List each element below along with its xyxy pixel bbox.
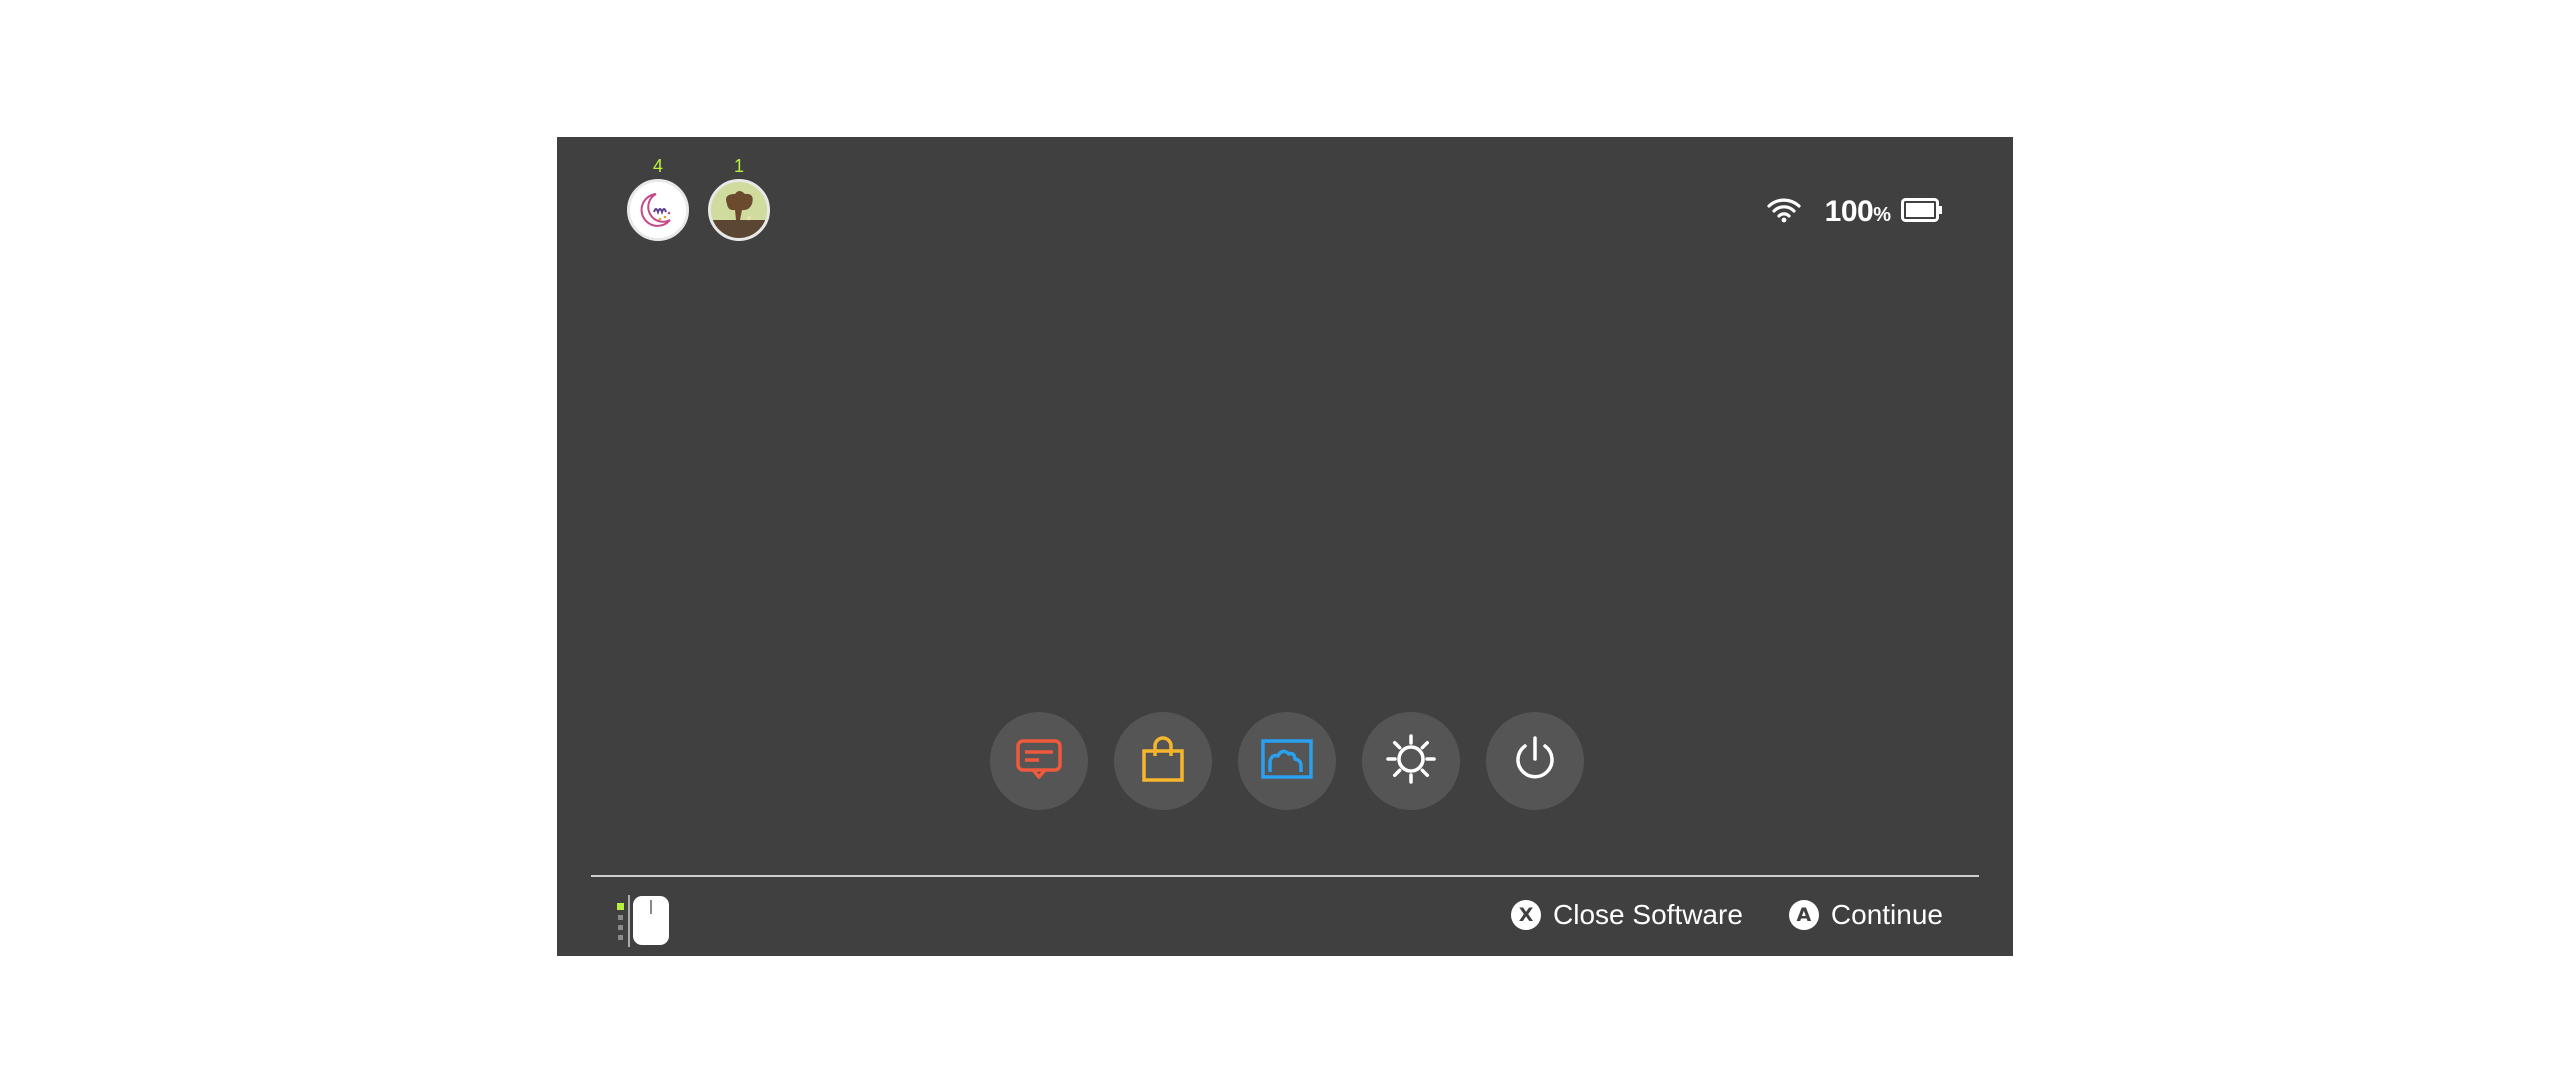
a-button-icon: A (1788, 900, 1819, 930)
settings-button[interactable] (1362, 712, 1460, 810)
wifi-icon (1767, 197, 1801, 228)
news-icon (1014, 734, 1064, 789)
footer-actions: X Close Software A Continue (1465, 899, 1943, 931)
controller-status-icon (615, 892, 675, 947)
home-dock (990, 712, 1584, 810)
x-button-icon: X (1511, 900, 1542, 930)
album-icon (1260, 734, 1314, 789)
shop-button[interactable] (1114, 712, 1212, 810)
battery-percentage: 100 (1824, 195, 1874, 228)
battery-fill (1906, 202, 1934, 217)
status-bar: 100 % (1767, 195, 1943, 229)
footer-divider (591, 875, 1979, 877)
album-button[interactable] (1238, 712, 1336, 810)
battery-icon (1901, 197, 1943, 227)
news-button[interactable] (990, 712, 1088, 810)
gear-icon (1384, 732, 1438, 791)
close-software-button[interactable]: X Close Software (1511, 899, 1743, 931)
user-slot-1[interactable]: 4 (623, 155, 693, 241)
power-button[interactable] (1486, 712, 1584, 810)
tree-avatar-icon[interactable] (708, 179, 770, 241)
power-icon (1508, 732, 1562, 791)
continue-button[interactable]: A Continue (1788, 899, 1943, 931)
moon-avatar-icon[interactable] (627, 179, 689, 241)
user-1-notification-badge: 4 (652, 156, 663, 176)
battery-percent-sign: % (1873, 203, 1891, 226)
shop-bag-icon (1138, 734, 1188, 789)
user-slot-2[interactable]: 1 (704, 155, 774, 241)
close-software-label: Close Software (1553, 899, 1743, 930)
user-2-notification-badge: 1 (733, 156, 744, 176)
continue-label: Continue (1830, 899, 1943, 930)
home-menu-screen: 4 1 100 % X Close Software A Continue (557, 137, 2013, 956)
